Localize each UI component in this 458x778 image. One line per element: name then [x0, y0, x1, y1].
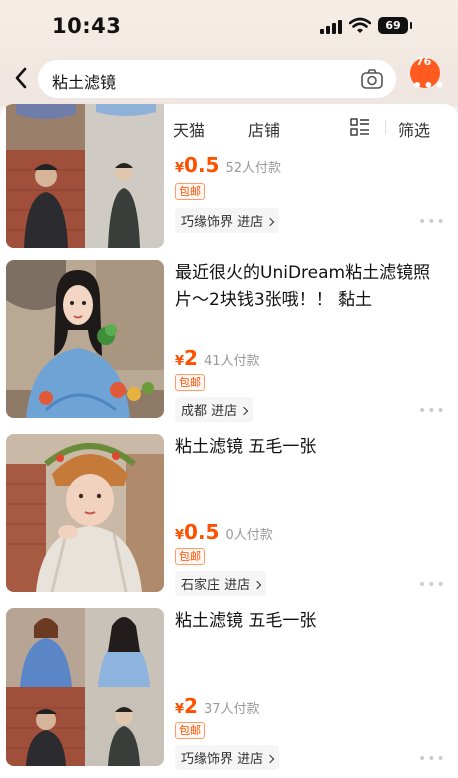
product-price: 0.5 [184, 153, 220, 177]
free-shipping-tag: 包邮 [175, 374, 205, 391]
more-menu-button[interactable]: 76 ••• [408, 55, 445, 95]
currency-symbol: ¥ [175, 161, 185, 176]
chevron-right-icon [239, 406, 249, 415]
shop-link[interactable]: 巧缘饰界 进店 [175, 208, 280, 233]
shop-name: 巧缘饰界 进店 [181, 752, 264, 767]
free-shipping-tag: 包邮 [175, 548, 205, 565]
notification-badge: 76 [416, 55, 432, 68]
results-panel: 综合 销量 天猫 店铺 筛选 [0, 104, 458, 778]
product-image[interactable] [6, 260, 164, 418]
product-title: 粘土滤镜 五毛一张 [175, 437, 317, 457]
currency-symbol: ¥ [175, 702, 185, 717]
product-image[interactable] [6, 434, 164, 592]
currency-symbol: ¥ [175, 354, 185, 369]
sold-count: 52人付款 [225, 161, 282, 176]
more-options-icon[interactable]: ••• [418, 403, 446, 419]
product-price: 0.5 [184, 520, 220, 544]
list-item[interactable]: 最近很火的UniDream粘土滤镜照片～2块钱3张哦！！ 黏土 ¥2 41人付款 … [0, 260, 458, 430]
free-shipping-tag: 包邮 [175, 722, 205, 739]
shop-name: 巧缘饰界 进店 [181, 215, 264, 230]
list-item[interactable]: 粘土滤镜 五毛一张 ¥2 37人付款 包邮 巧缘饰界 进店 ••• [0, 608, 458, 778]
product-image[interactable] [6, 104, 164, 248]
list-item[interactable]: 粘土滤镜 五毛一张 ¥0.5 0人付款 包邮 石家庄 进店 ••• [0, 434, 458, 604]
back-arrow-icon[interactable] [12, 64, 32, 92]
search-query: 粘土滤镜 [52, 73, 117, 92]
more-options-icon[interactable]: ••• [418, 214, 446, 230]
search-header: 粘土滤镜 76 ••• [0, 52, 458, 106]
list-item[interactable]: ¥0.5 52人付款 包邮 巧缘饰界 进店 ••• [0, 104, 458, 260]
search-input[interactable]: 粘土滤镜 [38, 60, 396, 98]
shop-link[interactable]: 石家庄 进店 [175, 571, 267, 596]
sold-count: 0人付款 [225, 528, 273, 543]
more-options-icon[interactable]: ••• [418, 577, 446, 593]
more-options-icon[interactable]: ••• [418, 751, 446, 767]
battery-indicator: 69 [378, 17, 412, 34]
product-title: 最近很火的UniDream粘土滤镜照片～2块钱3张哦！！ 黏土 [175, 263, 431, 310]
product-price: 2 [184, 346, 198, 370]
currency-symbol: ¥ [175, 528, 185, 543]
product-price: 2 [184, 694, 198, 718]
shop-link[interactable]: 巧缘饰界 进店 [175, 745, 280, 770]
sold-count: 37人付款 [203, 702, 260, 717]
chevron-right-icon [252, 580, 262, 589]
cellular-signal-icon [320, 20, 342, 34]
product-image[interactable] [6, 608, 164, 766]
sold-count: 41人付款 [203, 354, 260, 369]
product-title: 粘土滤镜 五毛一张 [175, 611, 317, 631]
status-time: 10:43 [52, 14, 122, 38]
wifi-icon [349, 17, 371, 33]
chevron-right-icon [265, 754, 275, 763]
shop-link[interactable]: 成都 进店 [175, 397, 254, 422]
shop-name: 石家庄 进店 [181, 578, 251, 593]
camera-search-icon[interactable] [360, 68, 384, 90]
free-shipping-tag: 包邮 [175, 183, 205, 200]
status-bar: 10:43 69 [0, 0, 458, 52]
shop-name: 成都 进店 [181, 404, 238, 419]
chevron-right-icon [265, 217, 275, 226]
